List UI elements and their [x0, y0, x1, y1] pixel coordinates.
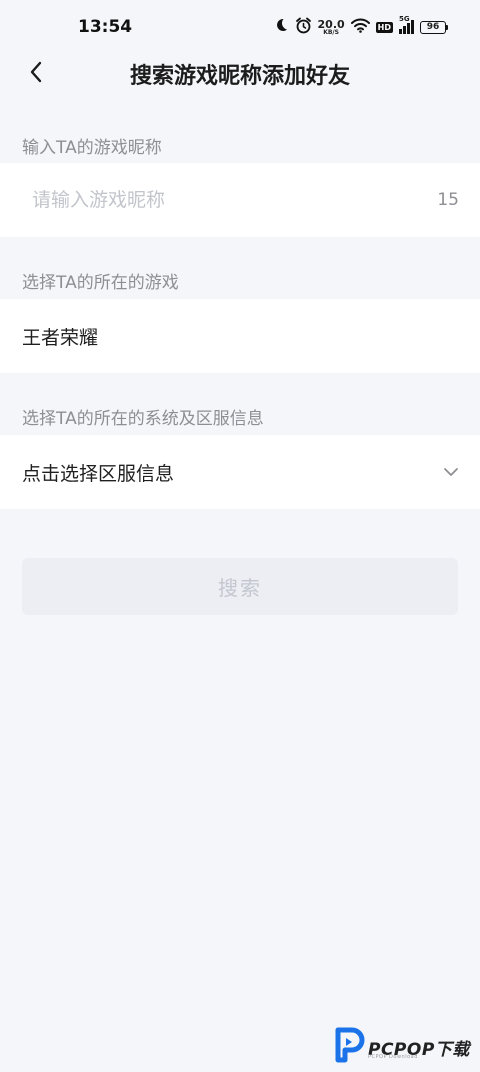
header: 搜索游戏昵称添加好友 — [0, 54, 480, 94]
chevron-down-icon — [442, 463, 460, 481]
watermark: PCPOP下载 PCPOP Download — [332, 1026, 480, 1072]
battery-level: 96 — [420, 20, 446, 34]
search-button[interactable]: 搜索 — [22, 558, 458, 615]
nickname-label: 输入TA的游戏昵称 — [22, 138, 162, 158]
server-select[interactable]: 点击选择区服信息 — [0, 435, 480, 509]
net-speed-unit: KB/S — [323, 28, 339, 36]
game-row[interactable]: 王者荣耀 — [0, 299, 480, 373]
alarm-icon — [295, 17, 312, 38]
status-time: 13:54 — [78, 17, 133, 37]
status-bar: 13:54 20.0 KB/S HD 5G 96 — [0, 0, 480, 54]
hd-badge: HD — [375, 21, 393, 33]
server-label: 选择TA的所在的系统及区服信息 — [22, 409, 264, 429]
net-speed-value: 20.0 — [317, 17, 345, 31]
game-value: 王者荣耀 — [22, 327, 99, 349]
char-counter: 15 — [437, 190, 459, 210]
net-speed: 20.0 KB/S — [318, 19, 345, 36]
battery-icon: 96 — [420, 20, 448, 34]
status-icons: 20.0 KB/S HD 5G 96 — [273, 15, 448, 38]
pcpop-logo-icon — [332, 1026, 366, 1064]
server-select-value: 点击选择区服信息 — [22, 463, 175, 485]
network-type-label: 5G — [399, 15, 410, 23]
watermark-subtext: PCPOP Download — [368, 1054, 418, 1060]
game-label: 选择TA的所在的游戏 — [22, 273, 179, 293]
page-title: 搜索游戏昵称添加好友 — [129, 64, 350, 89]
nickname-input[interactable] — [32, 163, 412, 237]
signal-icon: 5G — [399, 15, 414, 34]
moon-icon — [273, 17, 289, 37]
wifi-icon — [350, 18, 370, 37]
nickname-row: 15 — [0, 163, 480, 237]
